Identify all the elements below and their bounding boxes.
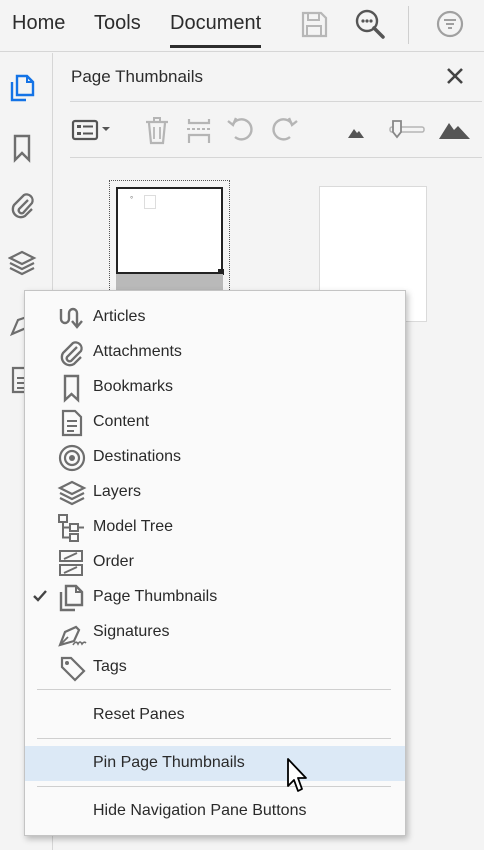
menu-item-label: Page Thumbnails [93, 588, 218, 605]
menu-item-content[interactable]: Content [25, 405, 405, 440]
menu-separator [37, 738, 391, 739]
menu-item-reset-panes[interactable]: Reset Panes [25, 698, 405, 733]
menu-item-signatures[interactable]: Signatures [25, 615, 405, 650]
content-icon [57, 408, 87, 438]
rotate-left-icon[interactable] [226, 115, 256, 145]
menu-item-order[interactable]: Order [25, 545, 405, 580]
panel-title: Page Thumbnails [71, 67, 203, 86]
menu-separator [37, 786, 391, 787]
toolbar-divider [408, 6, 409, 44]
layers-icon[interactable] [8, 248, 38, 278]
order-icon [57, 548, 87, 578]
menu-item-label: Bookmarks [93, 378, 174, 395]
menu-item-attachments[interactable]: Attachments [25, 335, 405, 370]
delete-icon[interactable] [144, 115, 170, 145]
navigation-panes-menu: Articles Attachments Bookmarks Content D… [24, 290, 406, 836]
collapse-circle-icon[interactable] [435, 8, 465, 40]
page-marker: ° [130, 195, 134, 204]
toolbar-divider-line [70, 157, 482, 158]
menu-item-page-thumbnails[interactable]: Page Thumbnails [25, 580, 405, 615]
menu-item-label: Layers [93, 483, 142, 500]
checkmark-icon [32, 588, 48, 604]
panel-divider [70, 101, 482, 102]
menu-item-label: Articles [93, 308, 146, 325]
close-icon[interactable] [444, 65, 466, 87]
menu-item-hide-navigation-pane-buttons[interactable]: Hide Navigation Pane Buttons [25, 794, 405, 829]
tab-tools[interactable]: Tools [94, 12, 141, 35]
split-page-icon[interactable] [185, 115, 215, 145]
rotate-right-icon[interactable] [269, 115, 299, 145]
menu-item-label: Model Tree [93, 518, 174, 535]
menu-item-label: Tags [93, 658, 127, 675]
menu-item-bookmarks[interactable]: Bookmarks [25, 370, 405, 405]
menu-item-label: Destinations [93, 448, 182, 465]
tab-home[interactable]: Home [12, 12, 65, 35]
menu-item-articles[interactable]: Articles [25, 300, 405, 335]
menu-item-label: Signatures [93, 623, 170, 640]
zoom-in-mountain-icon[interactable] [438, 115, 472, 145]
menu-item-label: Pin Page Thumbnails [93, 754, 245, 771]
menu-item-layers[interactable]: Layers [25, 475, 405, 510]
top-menu-bar: Home Tools Document [0, 0, 484, 52]
layers-icon [57, 478, 87, 508]
paperclip-icon [57, 338, 87, 368]
tag-icon [57, 653, 87, 683]
pages-icon [57, 583, 87, 613]
search-zoom-icon[interactable] [354, 8, 385, 40]
menu-item-label: Reset Panes [93, 706, 185, 723]
signature-icon [57, 618, 87, 648]
menu-item-pin-page-thumbnails[interactable]: Pin Page Thumbnails [25, 746, 405, 781]
articles-icon [57, 303, 87, 333]
bookmark-icon [57, 373, 87, 403]
page-thumbnails-icon[interactable] [8, 73, 38, 103]
zoom-slider-icon[interactable] [388, 115, 426, 145]
bookmark-icon[interactable] [8, 133, 38, 163]
options-menu-icon[interactable] [71, 115, 115, 145]
menu-separator [37, 689, 391, 690]
menu-item-tags[interactable]: Tags [25, 650, 405, 685]
menu-item-model-tree[interactable]: Model Tree [25, 510, 405, 545]
target-icon [57, 443, 87, 473]
zoom-out-mountain-icon[interactable] [346, 115, 366, 145]
thumbnail-content-box [144, 195, 156, 209]
menu-item-destinations[interactable]: Destinations [25, 440, 405, 475]
menu-item-label: Order [93, 553, 134, 570]
model-tree-icon [57, 513, 87, 543]
menu-item-label: Hide Navigation Pane Buttons [93, 802, 307, 819]
menu-item-label: Content [93, 413, 150, 430]
save-icon[interactable] [299, 8, 329, 40]
mouse-cursor-icon [286, 757, 310, 795]
thumbnail-page-frame: ° [116, 187, 224, 275]
attachment-icon[interactable] [8, 190, 38, 220]
menu-item-label: Attachments [93, 343, 182, 360]
tab-document[interactable]: Document [170, 12, 262, 48]
